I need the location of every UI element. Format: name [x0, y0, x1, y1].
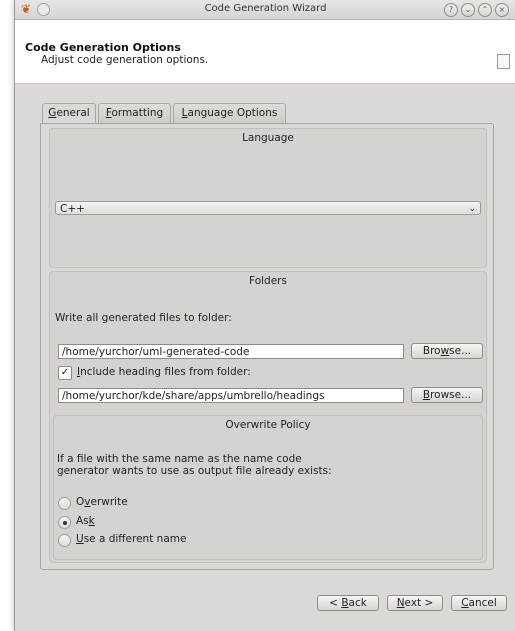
- different-name-radio[interactable]: [58, 534, 71, 547]
- tab-formatting[interactable]: Formatting: [98, 103, 171, 123]
- folders-group-title: Folders: [249, 275, 287, 287]
- heading-folder-field[interactable]: /home/yurchor/kde/share/apps/umbrello/he…: [58, 388, 404, 403]
- overwrite-policy-group: Overwrite Policy If a file with the same…: [53, 415, 483, 560]
- document-icon: [497, 54, 510, 69]
- language-group-title: Language: [242, 132, 294, 144]
- overwrite-policy-title: Overwrite Policy: [225, 419, 311, 431]
- help-icon[interactable]: ?: [444, 3, 458, 17]
- overwrite-description-line2: generator wants to use as output file al…: [57, 465, 332, 477]
- close-icon[interactable]: ×: [495, 3, 509, 17]
- window-title: Code Generation Wizard: [204, 3, 327, 14]
- next-button[interactable]: Next >: [387, 595, 443, 611]
- back-button[interactable]: < Back: [317, 595, 379, 611]
- write-folder-label: Write all generated files to folder:: [55, 312, 232, 324]
- page-subtitle: Adjust code generation options.: [41, 54, 209, 66]
- browse-headings-button[interactable]: Browse...: [411, 387, 483, 403]
- chevron-down-icon: ⌄: [468, 204, 476, 214]
- different-name-radio-label[interactable]: Use a different name: [76, 533, 186, 545]
- title-bar[interactable]: ❦ Code Generation Wizard ? ⌄ ⌃ ×: [15, 0, 515, 20]
- wizard-window: ❦ Code Generation Wizard ? ⌄ ⌃ × Code Ge…: [14, 0, 515, 631]
- ask-radio-label[interactable]: Ask: [76, 515, 95, 527]
- minimize-icon[interactable]: ⌄: [461, 3, 475, 17]
- overwrite-radio[interactable]: [58, 497, 71, 510]
- language-select[interactable]: C++ ⌄: [55, 201, 481, 215]
- ask-radio[interactable]: [58, 516, 71, 529]
- language-group: Language C++ ⌄: [49, 128, 487, 268]
- page-title: Code Generation Options: [25, 41, 181, 54]
- output-folder-field[interactable]: /home/yurchor/uml-generated-code: [58, 344, 404, 359]
- cancel-button[interactable]: Cancel: [451, 595, 507, 611]
- include-headings-checkbox[interactable]: ✓: [58, 366, 72, 380]
- maximize-icon[interactable]: ⌃: [478, 3, 492, 17]
- browse-output-button[interactable]: Browse...: [411, 343, 483, 359]
- wizard-header: Code Generation Options Adjust code gene…: [15, 20, 515, 84]
- overwrite-radio-label[interactable]: Overwrite: [76, 496, 128, 508]
- folders-group: Folders Write all generated files to fol…: [49, 271, 487, 563]
- tab-general[interactable]: General: [42, 103, 96, 124]
- general-tab-panel: Language C++ ⌄ Folders Write all generat…: [40, 123, 494, 570]
- overwrite-description-line1: If a file with the same name as the name…: [57, 453, 302, 465]
- include-headings-label: Include heading files from folder:: [77, 366, 251, 378]
- tab-language-options[interactable]: Language Options: [173, 103, 286, 123]
